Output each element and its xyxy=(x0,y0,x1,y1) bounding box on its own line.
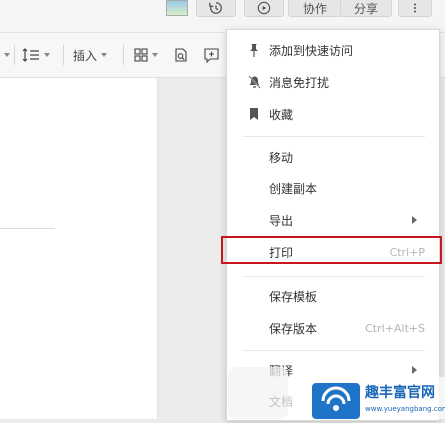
collaborate-button[interactable]: 协作 xyxy=(288,0,342,17)
toolbar-divider xyxy=(14,45,15,65)
chevron-down-icon xyxy=(152,53,158,57)
svg-text:趣丰富官网: 趣丰富官网 xyxy=(364,384,435,401)
line-spacing-icon xyxy=(22,48,39,62)
toolbar-divider xyxy=(63,45,64,65)
menu-item-label: 创建副本 xyxy=(269,181,318,196)
site-watermark-logo: 趣丰富官网 www.yueyangbang.com xyxy=(228,357,445,419)
bookmark-icon xyxy=(247,107,261,121)
chevron-down-icon xyxy=(4,53,10,57)
menu-item-save-version[interactable]: 保存版本 Ctrl+Alt+S xyxy=(227,313,439,343)
menu-item-label: 导出 xyxy=(269,213,294,228)
chevron-right-icon xyxy=(412,216,417,224)
menu-divider xyxy=(243,350,425,351)
toolbar-dropdown[interactable] xyxy=(0,45,10,65)
table-button[interactable] xyxy=(134,45,158,65)
grid-icon xyxy=(134,48,148,62)
insert-label: 插入 xyxy=(73,48,98,63)
menu-item-label: 添加到快速访问 xyxy=(269,43,354,58)
find-button[interactable] xyxy=(174,45,188,65)
history-button[interactable] xyxy=(196,0,236,17)
menu-item-duplicate[interactable]: 创建副本 xyxy=(227,173,439,203)
insert-menu-button[interactable]: 插入 xyxy=(73,45,108,65)
more-options-button[interactable] xyxy=(398,0,432,17)
menu-divider xyxy=(243,276,425,277)
menu-item-label: 移动 xyxy=(269,150,294,165)
highlight-box xyxy=(221,236,442,264)
bell-off-icon xyxy=(247,75,261,89)
present-button[interactable] xyxy=(244,0,284,17)
menu-item-label: 保存版本 xyxy=(269,321,318,336)
menu-item-label: 保存模板 xyxy=(269,289,318,304)
document-divider xyxy=(0,228,55,229)
document-page[interactable] xyxy=(0,78,157,419)
menu-item-label: 收藏 xyxy=(269,107,294,122)
more-vertical-icon xyxy=(413,3,417,13)
comment-button[interactable] xyxy=(204,45,219,65)
image-thumbnail-icon[interactable] xyxy=(166,0,188,16)
comment-add-icon xyxy=(204,47,219,63)
menu-item-move[interactable]: 移动 xyxy=(227,142,439,172)
chevron-down-icon xyxy=(101,53,108,57)
menu-item-label: 消息免打扰 xyxy=(269,75,330,90)
chevron-down-icon xyxy=(44,53,50,57)
menu-item-save-template[interactable]: 保存模板 xyxy=(227,281,439,311)
svg-text:www.yueyangbang.com: www.yueyangbang.com xyxy=(365,405,445,413)
play-circle-icon xyxy=(257,1,271,15)
shortcut-label: Ctrl+Alt+S xyxy=(365,321,425,335)
pin-icon xyxy=(247,43,261,57)
find-document-icon xyxy=(175,47,187,62)
history-icon xyxy=(209,2,222,14)
menu-item-mute-notifications[interactable]: 消息免打扰 xyxy=(227,67,439,97)
share-button[interactable]: 分享 xyxy=(340,0,392,17)
line-spacing-button[interactable] xyxy=(22,45,50,65)
menu-item-add-quick-access[interactable]: 添加到快速访问 xyxy=(227,35,439,65)
menu-divider xyxy=(243,136,425,137)
toolbar-divider xyxy=(123,45,124,65)
wifi-logo-icon: 趣丰富官网 www.yueyangbang.com xyxy=(228,367,445,419)
menu-item-favorite[interactable]: 收藏 xyxy=(227,99,439,129)
menu-item-export[interactable]: 导出 xyxy=(227,205,439,235)
